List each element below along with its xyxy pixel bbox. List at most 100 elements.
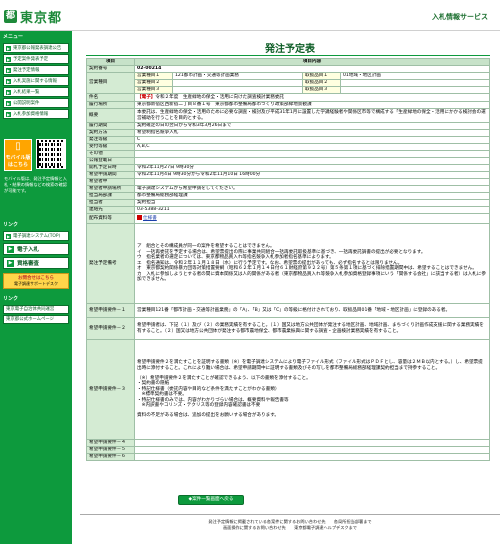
item-value [340,86,490,94]
business-type-value [172,86,303,94]
sidebar-item-public-notice[interactable]: ▶ 東京都公報発表調達公告 [3,43,69,53]
sub-label: 取扱品目１ [302,72,341,80]
arrow-icon: ▶ [6,100,11,106]
sidebar-links2-heading: リンク [3,296,19,302]
sidebar-link-qualification[interactable]: ▶ 資格審査 [3,257,69,269]
business-type-value: 121都市計画・交通等計画業務 [172,72,303,80]
support-desk-banner[interactable]: お問合せはこちら 電子調達サポートデスク [3,273,69,289]
req3-line: 希望申請要件２を満たすことを証明する書類（※）を電子調達システムにより電子ファイ… [137,360,483,371]
arrow-icon: ▶ [6,233,11,239]
sub-label: 取扱品目２ [302,79,341,87]
sidebar-links-heading: リンク [3,222,19,228]
sidebar-link-joint[interactable]: 東京電子自治体共同運営 [3,305,69,314]
subject-value: 【電子】令和２年度 生産緑地の保全・活用に向けた調査検討業務委託 [134,93,490,102]
sidebar: メニュー ▶ 東京都公報発表調達公告 ▶ 予定案件発表予定 ▶ 発注予定情報 ▶ 入札実… [0,31,72,544]
row-label: 希望申請期間 [86,171,135,179]
item-value [340,79,490,87]
pdf-icon [137,215,142,221]
period-value: 契約確定の日の翌日から令和3年3月26日まで [134,122,490,130]
row-label: その他 [86,150,135,158]
row-label: 契約方法 [86,129,135,137]
sidebar-item-qualification[interactable]: ▶ 入札参加資格情報 [3,109,69,119]
row-label: 希望申請要件－１ [86,303,135,318]
page-title: 発注予定表 [265,44,315,55]
footer-line: 画面操作に関するお問い合わせ先 東京都電子調達ヘルプデスクまで [222,525,357,530]
row-label: 履行期間 [86,122,135,130]
dept-value: 都市整備局総務部経理課 [134,192,490,200]
return-to-list-button[interactable]: ◆案件一覧画面へ戻る [178,495,244,505]
row-label: 公報登載日 [86,157,135,165]
sidebar-menu-heading: メニュー [3,34,24,40]
method-value: 希望制指名競争入札 [134,129,490,137]
sub-label: 営業種目１ [134,72,173,80]
mobile-promo[interactable]: ▯ モバイル版 はこちら [4,139,68,171]
place2-value [134,178,490,186]
note-line: カ 入札に参加しようとする者の間に資本関係又は人的関係がある者（東京都物品買入れ… [137,271,486,283]
sidebar-item-briefing[interactable]: ▶ 公開説明案件 [3,98,69,108]
notice-value [134,157,490,165]
service-title: 入札情報サービス [432,13,488,21]
arrow-icon: ▶ [6,78,11,84]
sidebar-item-schedule[interactable]: ▶ 予定案件発表予定 [3,54,69,64]
detail-table: 項目 項目内容 契約番号 02-00214 営業種目 営業種目１ 121都市計画… [86,58,490,461]
row-label: 連絡先 [86,206,135,214]
row-label: 契約番号 [86,65,135,73]
row-label: 概要 [86,108,135,123]
req5-value [134,446,490,454]
item-value: 01地域・地区計画 [340,72,490,80]
method2-value: 電子調達システムから希望申請をしてください。 [134,185,490,193]
row-label: 希望申請要件－４ [86,439,135,447]
header: 都 東京都 入札情報サービス [0,0,500,31]
row-label: 発注等級 [86,136,135,144]
arrow-icon: ▶ [6,67,11,73]
footer: 発注予定情報に掲載されている各案件に関するお問い合わせ先 各局所担当部署まで 画… [80,514,500,545]
column-header-item: 項目 [86,58,135,66]
sidebar-item-bid-results[interactable]: ▶ 入札結果一覧 [3,87,69,97]
sidebar-links: リンク ▶ 電子調達システム(TOP) ▶ 電子入札 ▶ 資格審査 お問合せはこちら … [0,219,72,325]
spec-pdf-link[interactable]: 仕様書 [143,216,157,221]
summary-value: 本委託は、生産緑地の保全・活用のために必要な調査・検討及び平成31年1月に設置し… [134,108,490,123]
arrow-icon: ▶ [7,259,14,267]
req1-value: 営業種目121番「都市計画・交通等計画業務」の「A」、「B」又は「C」の等級に格… [134,303,490,318]
phone-icon: ▯ [15,141,21,152]
row-label: 件名 [86,93,135,102]
qr-code-icon [36,139,66,169]
docs-value: 仕様書 [134,213,490,224]
row-label: 発注予定備考 [86,223,135,304]
req3-line: 資料の不足がある場合は、追加の提出をお願いする場合があります。 [137,413,279,419]
business-type-value [172,79,303,87]
notes-value: ア 組合とその構成員が同一の案件を希望することはできません。 イ 一括再委託を予… [134,223,490,304]
row-label: 希望者申 [86,178,135,186]
sidebar-item-bid-info[interactable]: ▶ 入札実施に関する情報 [3,76,69,86]
row-label: 希望者申請場所 [86,185,135,193]
tokyo-logo-icon: 都 [4,9,17,23]
sub-label: 営業種目３ [134,86,173,94]
arrow-icon: ▶ [7,245,14,253]
req2-value: 希望申請者は、下記（１）及び（２）の業務実績を有すること。（１）国又は地方公共団… [134,317,490,340]
mobile-label[interactable]: ▯ モバイル版 はこちら [4,139,32,171]
rank-value: C [134,136,490,144]
req4-value [134,439,490,447]
row-label: 希望申請要件－３ [86,339,135,440]
title-divider [86,55,490,56]
tel-value: 03-5388-3211 [134,206,490,214]
open-value: 令和2年11月27日 9時30分 [134,164,490,172]
sidebar-link-eprocurement[interactable]: ▶ 電子調達システム(TOP) [3,231,69,241]
contract-number: 02-00214 [134,65,490,73]
apply-value: 令和2年11月4日 9時30分から令和2年11月10日 16時00分 [134,171,490,179]
logo-text: 東京都 [20,10,63,26]
mobile-description: モバイル版は、発注予定情報と入札・結果の情報などの検索の確認が可能です。 [4,176,67,193]
row-label: 履行場所 [86,101,135,109]
sidebar-link-tokyo-home[interactable]: 東京都公式ホームページ [3,315,69,324]
row-label: 開札予定日時 [86,164,135,172]
person-value: 契約担当 [134,199,490,207]
column-header-content: 項目内容 [134,58,490,66]
req3-value: 希望申請要件２を満たすことを証明する書類（※）を電子調達システムにより電子ファイ… [134,339,490,440]
place-value: 東京都新宿区西新宿二丁目８番１号 東京都都市整備局都市づくり政策部緑地景観課 [134,101,490,109]
other-value [134,150,490,158]
arrow-icon: ▶ [6,111,11,117]
sidebar-link-ebid[interactable]: ▶ 電子入札 [3,243,69,255]
tokyo-logo[interactable]: 都 東京都 [4,7,63,26]
row-label: 希望申請要件－５ [86,446,135,454]
sidebar-item-order-plan[interactable]: ▶ 発注予定情報 [3,65,69,75]
